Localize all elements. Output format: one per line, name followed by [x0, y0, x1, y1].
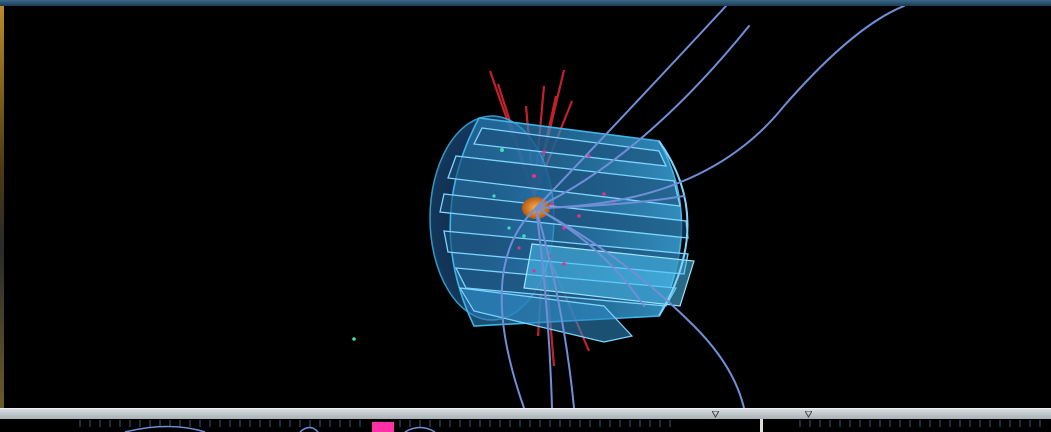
triangle-down-icon[interactable]: [712, 411, 719, 418]
event-display-3d-view[interactable]: [4, 6, 1051, 408]
ruler-ticks: [79, 420, 1041, 427]
event-display-canvas[interactable]: [4, 6, 1051, 408]
detector-barrel: [439, 117, 695, 343]
bottom-panel-divider[interactable]: [760, 419, 763, 432]
bottom-view-strip: [0, 419, 1051, 432]
timeline-highlight-marker: [372, 422, 394, 432]
bottom-view-canvas: [79, 420, 1041, 432]
triangle-down-icon[interactable]: [805, 411, 812, 418]
particle-tracks: [500, 6, 905, 408]
